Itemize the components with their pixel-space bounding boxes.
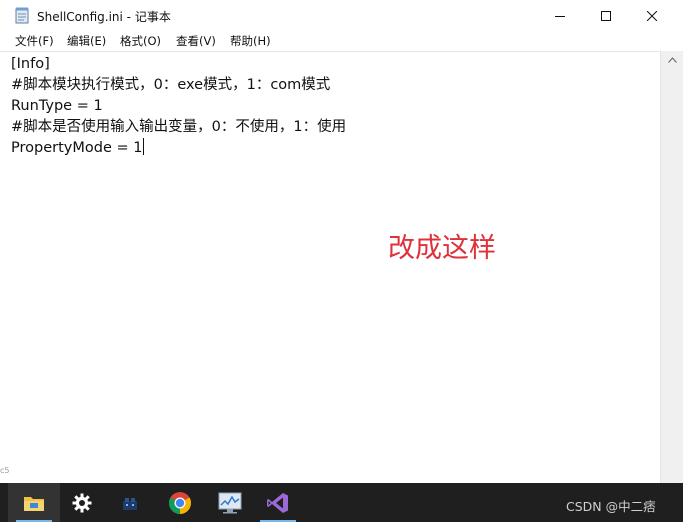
text-caret [143,138,145,155]
minimize-icon [555,15,565,17]
visual-studio-icon [267,492,288,513]
annotation-text: 改成这样 [388,233,496,264]
watermark-text: CSDN @中二痞 [566,499,656,514]
menu-edit[interactable]: 编辑(E) [67,33,106,49]
close-icon [647,10,657,21]
minimize-button[interactable] [537,0,583,31]
editor-line-text: PropertyMode = 1 [11,140,143,156]
editor-line: #脚本模块执行模式，0：exe模式，1：com模式 [11,77,331,93]
taskbar-app[interactable] [104,483,156,522]
menu-help[interactable]: 帮助(H) [230,33,271,49]
menu-file[interactable]: 文件(F) [15,33,54,49]
editor-line: RunType = 1 [11,98,103,114]
notepad-window: ShellConfig.ini - 记事本 文件(F) 编辑(E) 格式(O) … [0,0,683,483]
editor-line: #脚本是否使用输入输出变量，0：不使用，1：使用 [11,119,347,135]
maximize-icon [601,10,611,21]
notepad-icon [15,7,29,24]
editor-text[interactable]: [Info] #脚本模块执行模式，0：exe模式，1：com模式 RunType… [11,54,346,159]
taskbar-settings[interactable] [56,483,108,522]
chevron-up-icon [668,56,677,63]
editor-line-last: PropertyMode = 1 [11,138,346,159]
close-button[interactable] [629,0,675,31]
menu-format[interactable]: 格式(O) [120,33,161,49]
taskbar-performance-monitor[interactable] [204,483,256,522]
app-icon [123,497,137,510]
edge-text: c5 [0,466,10,475]
chrome-icon [169,491,191,514]
text-editor[interactable]: [Info] #脚本模块执行模式，0：exe模式，1：com模式 RunType… [0,51,660,483]
menu-view[interactable]: 查看(V) [176,33,216,49]
vertical-scrollbar[interactable] [660,51,683,483]
editor-line: [Info] [11,56,50,72]
maximize-button[interactable] [583,0,629,31]
taskbar: CSDN @中二痞 [0,483,683,522]
performance-monitor-icon [218,492,242,513]
taskbar-visual-studio[interactable] [252,483,304,522]
title-bar[interactable]: ShellConfig.ini - 记事本 [0,0,683,31]
taskbar-file-explorer[interactable] [8,483,60,522]
window-title: ShellConfig.ini - 记事本 [37,10,171,24]
scroll-up-button[interactable] [661,51,683,68]
taskbar-chrome[interactable] [154,483,206,522]
file-explorer-icon [24,496,44,511]
menu-bar: 文件(F) 编辑(E) 格式(O) 查看(V) 帮助(H) [0,31,683,51]
settings-icon [72,493,92,512]
